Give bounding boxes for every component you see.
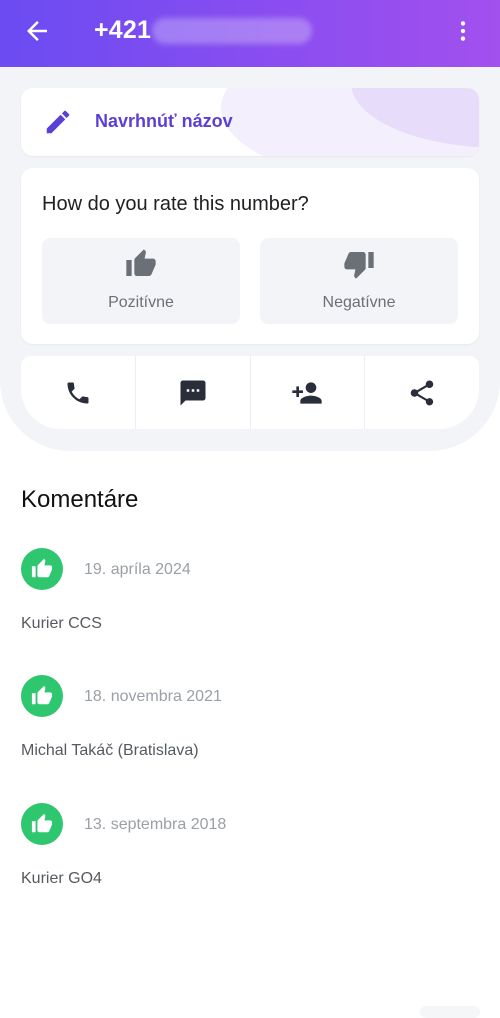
comment-date: 19. apríla 2024 — [84, 561, 191, 578]
rate-negative-label: Negatívne — [322, 294, 396, 311]
thumb-down-icon — [344, 252, 374, 279]
message-icon — [180, 380, 206, 405]
pencil-icon — [46, 110, 70, 134]
phone-number-title: +421 — [94, 16, 152, 44]
bottom-edge-shadow — [420, 1006, 480, 1018]
comment-date: 18. novembra 2021 — [84, 688, 222, 705]
phone-icon — [67, 382, 89, 403]
comment-text: Michal Takáč (Bratislava) — [21, 742, 199, 759]
positive-rating-badge — [21, 675, 63, 717]
add-person-icon — [292, 381, 323, 404]
rating-card: How do you rate this number? Pozitívne N… — [21, 168, 479, 344]
positive-rating-badge — [21, 803, 63, 845]
share-icon — [410, 380, 434, 405]
thumb-up-icon — [126, 249, 156, 276]
message-button[interactable] — [136, 356, 251, 429]
positive-rating-badge — [21, 548, 63, 590]
rating-question: How do you rate this number? — [42, 193, 309, 215]
comment-date: 13. septembra 2018 — [84, 816, 227, 833]
app-bar: +421 — [0, 0, 500, 67]
more-vert-icon[interactable] — [450, 16, 476, 46]
comment-item: 19. apríla 2024 Kurier CCS — [21, 548, 461, 648]
thumb-up-icon — [31, 685, 53, 705]
suggest-name-button[interactable]: Navrhnúť názov — [21, 88, 479, 156]
rate-positive-button[interactable]: Pozitívne — [42, 238, 240, 324]
comment-text: Kurier CCS — [21, 615, 102, 632]
suggest-name-label: Navrhnúť názov — [95, 111, 233, 131]
comment-item: 18. novembra 2021 Michal Takáč (Bratisla… — [21, 675, 461, 775]
call-button[interactable] — [21, 356, 136, 429]
redacted-number-digits — [152, 18, 312, 44]
rate-positive-label: Pozitívne — [108, 294, 174, 311]
share-button[interactable] — [365, 356, 479, 429]
comments-heading: Komentáre — [21, 486, 139, 513]
comment-item: 13. septembra 2018 Kurier GO4 — [21, 803, 461, 903]
arrow-left-icon[interactable] — [22, 16, 52, 46]
comment-text: Kurier GO4 — [21, 870, 102, 887]
thumb-up-icon — [31, 813, 53, 833]
phone-number-detail-screen: +421 Navrhnúť názov How do you rate this… — [0, 0, 500, 1018]
add-contact-button[interactable] — [251, 356, 366, 429]
rate-negative-button[interactable]: Negatívne — [260, 238, 458, 324]
thumb-up-icon — [31, 558, 53, 578]
quick-actions-bar — [21, 356, 479, 429]
